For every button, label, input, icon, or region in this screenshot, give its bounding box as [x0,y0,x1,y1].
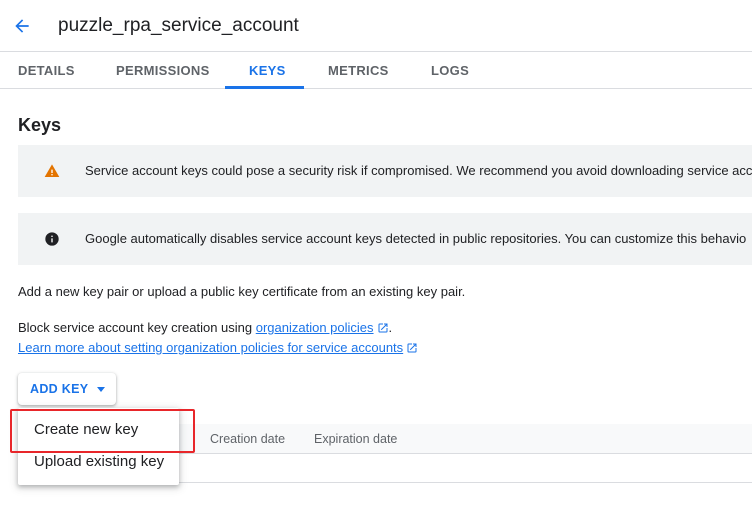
page-title: puzzle_rpa_service_account [58,15,299,36]
learn-more-line: Learn more about setting organization po… [18,340,418,355]
tab-bar: DETAILS PERMISSIONS KEYS METRICS LOGS [0,52,752,89]
add-key-label: ADD KEY [30,382,89,396]
keys-section-title: Keys [18,115,62,135]
menu-item-create-new-key[interactable]: Create new key [18,413,179,445]
tab-permissions[interactable]: PERMISSIONS [116,52,210,89]
keys-description: Add a new key pair or upload a public ke… [18,284,466,299]
tab-logs[interactable]: LOGS [431,52,469,89]
info-icon [45,232,59,246]
block-policy-line: Block service account key creation using… [18,320,392,335]
external-link-icon [378,323,388,333]
warning-banner: Service account keys could pose a securi… [18,145,752,197]
tab-metrics[interactable]: METRICS [328,52,389,89]
warning-icon [44,164,60,177]
add-key-button[interactable]: ADD KEY [18,373,116,405]
learn-more-link[interactable]: Learn more about setting organization po… [18,340,403,355]
add-key-menu: Create new key Upload existing key [18,408,179,485]
block-policy-text: Block service account key creation using [18,320,256,335]
organization-policies-link[interactable]: organization policies [256,320,374,335]
tab-details[interactable]: DETAILS [18,52,75,89]
back-button[interactable] [8,12,36,40]
column-creation-date[interactable]: Creation date [210,432,285,446]
column-expiration-date[interactable]: Expiration date [314,432,397,446]
info-banner-text: Google automatically disables service ac… [85,231,747,246]
top-bar: puzzle_rpa_service_account [0,0,752,52]
caret-down-icon [97,386,106,392]
warning-banner-text: Service account keys could pose a securi… [85,163,752,178]
tab-keys[interactable]: KEYS [249,52,286,89]
info-banner: Google automatically disables service ac… [18,213,752,265]
menu-item-upload-existing-key[interactable]: Upload existing key [18,445,179,477]
block-policy-suffix: . [388,320,393,335]
active-tab-indicator [225,86,304,89]
arrow-back-icon [15,19,29,33]
external-link-icon [407,343,417,353]
